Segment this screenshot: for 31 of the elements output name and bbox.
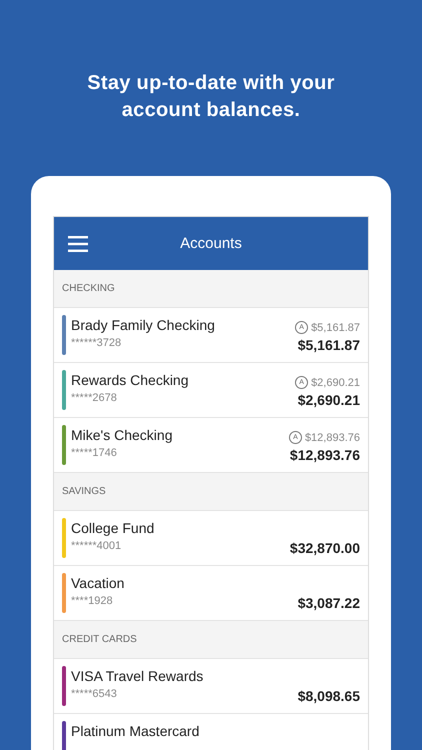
available-balance: $2,690.21 bbox=[311, 376, 360, 388]
account-name: Vacation bbox=[71, 575, 126, 591]
menu-icon[interactable] bbox=[68, 236, 88, 252]
account-name: Mike's Checking bbox=[71, 427, 174, 443]
account-balance: $2,690.21 bbox=[298, 392, 360, 408]
account-balance: $3,087.22 bbox=[298, 595, 360, 611]
account-name: College Fund bbox=[71, 520, 156, 536]
section-header: CREDIT CARDS bbox=[54, 621, 368, 659]
account-name: Platinum Mastercard bbox=[71, 723, 200, 739]
account-balance: $5,161.87 bbox=[298, 337, 360, 353]
account-number: ****1928 bbox=[71, 595, 114, 607]
account-name: VISA Travel Rewards bbox=[71, 668, 204, 684]
headline: Stay up-to-date with your account balances. bbox=[86, 71, 336, 123]
account-row[interactable]: College Fund ******4001 $32,870.00 bbox=[54, 511, 368, 566]
section-header: CHECKING bbox=[54, 270, 368, 308]
account-number: ******4001 bbox=[71, 540, 122, 552]
account-row[interactable]: Platinum Mastercard bbox=[54, 714, 368, 750]
available-balance: $5,161.87 bbox=[311, 322, 360, 334]
account-name: Rewards Checking bbox=[71, 372, 190, 388]
account-name: Brady Family Checking bbox=[71, 317, 216, 333]
app-bar-title: Accounts bbox=[180, 235, 242, 252]
account-balance: $32,870.00 bbox=[290, 540, 360, 556]
available-balance: $12,893.76 bbox=[304, 432, 360, 444]
account-balance: $8,098.65 bbox=[298, 688, 360, 704]
account-row[interactable]: VISA Travel Rewards *****6543 $8,098.65 bbox=[54, 659, 368, 714]
account-number: *****2678 bbox=[71, 392, 118, 404]
account-balance: $12,893.76 bbox=[290, 447, 360, 463]
account-number: ******3728 bbox=[71, 337, 122, 349]
account-number: *****1746 bbox=[71, 447, 118, 459]
account-number: *****6543 bbox=[71, 688, 118, 700]
section-header: SAVINGS bbox=[54, 473, 368, 511]
